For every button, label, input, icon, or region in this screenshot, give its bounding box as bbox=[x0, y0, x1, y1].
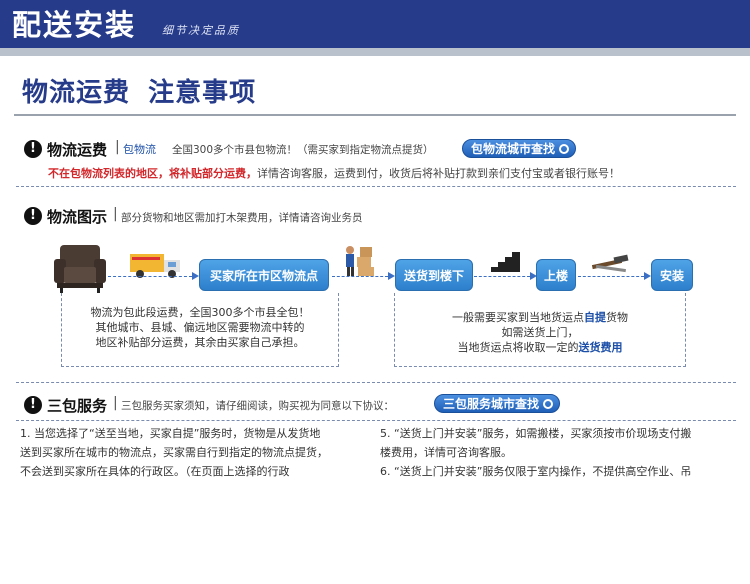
exclamation-icon: ! bbox=[24, 140, 42, 158]
banner-stripe bbox=[0, 48, 750, 56]
diagram-left-note: 物流为包此段运费，全国300多个市县全包！ 其他城市、县城、偏远地区需要物流中转… bbox=[72, 305, 328, 350]
armchair-icon bbox=[54, 245, 106, 293]
warranty-city-search-button[interactable]: 三包服务城市查找 bbox=[434, 394, 561, 413]
diagram-right-note: 一般需要买家到当地货运点自提货物 如需送货上门， 当地货运点将收取一定的送货费用 bbox=[400, 310, 680, 355]
left-note-line: 其他城市、县城、偏远地区需要物流中转的 bbox=[95, 321, 305, 334]
dashed-divider bbox=[16, 420, 736, 421]
flow-arrow bbox=[578, 276, 644, 277]
warranty-city-search-label: 三包服务城市查找 bbox=[443, 397, 540, 411]
bracket-line-bottom bbox=[61, 366, 339, 367]
separator: | bbox=[115, 139, 120, 155]
section-divider bbox=[14, 114, 736, 116]
step-installation: 安装 bbox=[651, 259, 693, 291]
right-note-text: 一般需要买家到当地货运点 bbox=[452, 311, 584, 324]
flow-arrow bbox=[332, 276, 388, 277]
warranty-description: 三包服务买家须知，请仔细阅读，购买视为同意以下协议： bbox=[121, 400, 394, 412]
banner-title: 配送安装 bbox=[12, 8, 137, 42]
step-carry-upstairs: 上楼 bbox=[536, 259, 576, 291]
freight-notice: 不在包物流列表的地区，将补贴部分运费，详情咨询客服，运费到付，收货后将补贴打款到… bbox=[48, 165, 620, 181]
dashed-divider bbox=[16, 186, 736, 187]
freight-description: 全国300多个市县包物流！（需买家到指定物流点提货） bbox=[172, 144, 434, 156]
diagram-description: 部分货物和地区需加打木架费用，详情请咨询业务员 bbox=[121, 212, 363, 224]
freight-city-search-button[interactable]: 包物流城市查找 bbox=[462, 139, 577, 158]
arrowhead bbox=[644, 272, 651, 280]
right-note-line-3: 当地货运点将收取一定的送货费用 bbox=[400, 340, 680, 355]
terms-line: 5. “送货上门并安装”服务，如需搬楼，买家须按市价现场支付搬 bbox=[380, 427, 692, 440]
bracket-line-left bbox=[394, 293, 395, 367]
arrowhead bbox=[192, 272, 199, 280]
bracket-line-right bbox=[338, 293, 339, 367]
bracket-line-left bbox=[61, 293, 62, 367]
bracket-line-bottom bbox=[394, 366, 686, 367]
diagram-heading: 物流图示 bbox=[47, 208, 108, 226]
right-note-highlight: 送货费用 bbox=[578, 341, 623, 354]
left-note-line: 物流为包此段运费，全国300多个市县全包！ bbox=[90, 306, 310, 319]
banner-subtitle: 细节决定品质 bbox=[162, 24, 240, 37]
right-note-highlight: 自提 bbox=[584, 311, 606, 324]
freight-notice-red-2: 将补贴部分运费， bbox=[169, 167, 257, 180]
section-title-part-2: 注意事项 bbox=[148, 78, 257, 108]
terms-line: 不会送到买家所在具体的行政区。（在页面上选择的行政 bbox=[20, 465, 290, 477]
exclamation-icon: ! bbox=[24, 207, 42, 225]
terms-line: 6. “送货上门并安装”服务仅限于室内操作，不提供高空作业、吊 bbox=[380, 465, 692, 477]
freight-city-search-label: 包物流城市查找 bbox=[471, 142, 556, 156]
warranty-heading: 三包服务 bbox=[47, 397, 108, 415]
section-title: 物流运费 注意事项 bbox=[22, 72, 256, 109]
flow-arrow bbox=[108, 276, 192, 277]
freight-notice-red-1: 不在包物流列表的地区， bbox=[48, 167, 169, 180]
right-note-line-1: 一般需要买家到当地货运点自提货物 bbox=[400, 310, 680, 325]
warranty-terms-right: 5. “送货上门并安装”服务，如需搬楼，买家须按市价现场支付搬 楼费用，详情可咨… bbox=[380, 424, 735, 477]
section-title-part-1: 物流运费 bbox=[22, 78, 131, 108]
arrowhead bbox=[388, 272, 395, 280]
left-note-line: 地区补贴部分运费，其余由买家自己承担。 bbox=[95, 336, 305, 349]
step-deliver-downstairs: 送货到楼下 bbox=[395, 259, 473, 291]
terms-line: 楼费用，详情可咨询客服。 bbox=[380, 446, 512, 459]
dashed-divider bbox=[16, 382, 736, 383]
bracket-line-right bbox=[685, 293, 686, 367]
stairs-icon bbox=[484, 252, 520, 272]
separator: | bbox=[113, 395, 118, 411]
freight-tag: 包物流 bbox=[123, 143, 156, 156]
search-icon bbox=[543, 399, 554, 409]
terms-line: 送到买家所在城市的物流点，买家需自行到指定的物流点提货， bbox=[20, 446, 328, 459]
exclamation-icon: ! bbox=[24, 396, 42, 414]
terms-line: 1. 当您选择了“送至当地，买家自提”服务时，货物是从发货地 bbox=[20, 427, 321, 440]
tools-icon bbox=[591, 254, 629, 273]
right-note-line-2: 如需送货上门， bbox=[501, 326, 579, 339]
flow-arrow bbox=[474, 276, 530, 277]
right-note-text: 货物 bbox=[606, 311, 628, 324]
search-icon bbox=[559, 144, 570, 154]
step-local-depot: 买家所在市区物流点 bbox=[199, 259, 329, 291]
right-note-text: 当地货运点将收取一定的 bbox=[457, 341, 579, 354]
separator: | bbox=[113, 206, 118, 222]
freight-notice-rest: 详情咨询客服，运费到付，收货后将补贴打款到亲们支付宝或者银行账号！ bbox=[257, 167, 620, 180]
delivery-worker-icon bbox=[346, 246, 374, 276]
warranty-terms-left: 1. 当您选择了“送至当地，买家自提”服务时，货物是从发货地 送到买家所在城市的… bbox=[20, 424, 372, 477]
freight-heading: 物流运费 bbox=[47, 141, 108, 159]
